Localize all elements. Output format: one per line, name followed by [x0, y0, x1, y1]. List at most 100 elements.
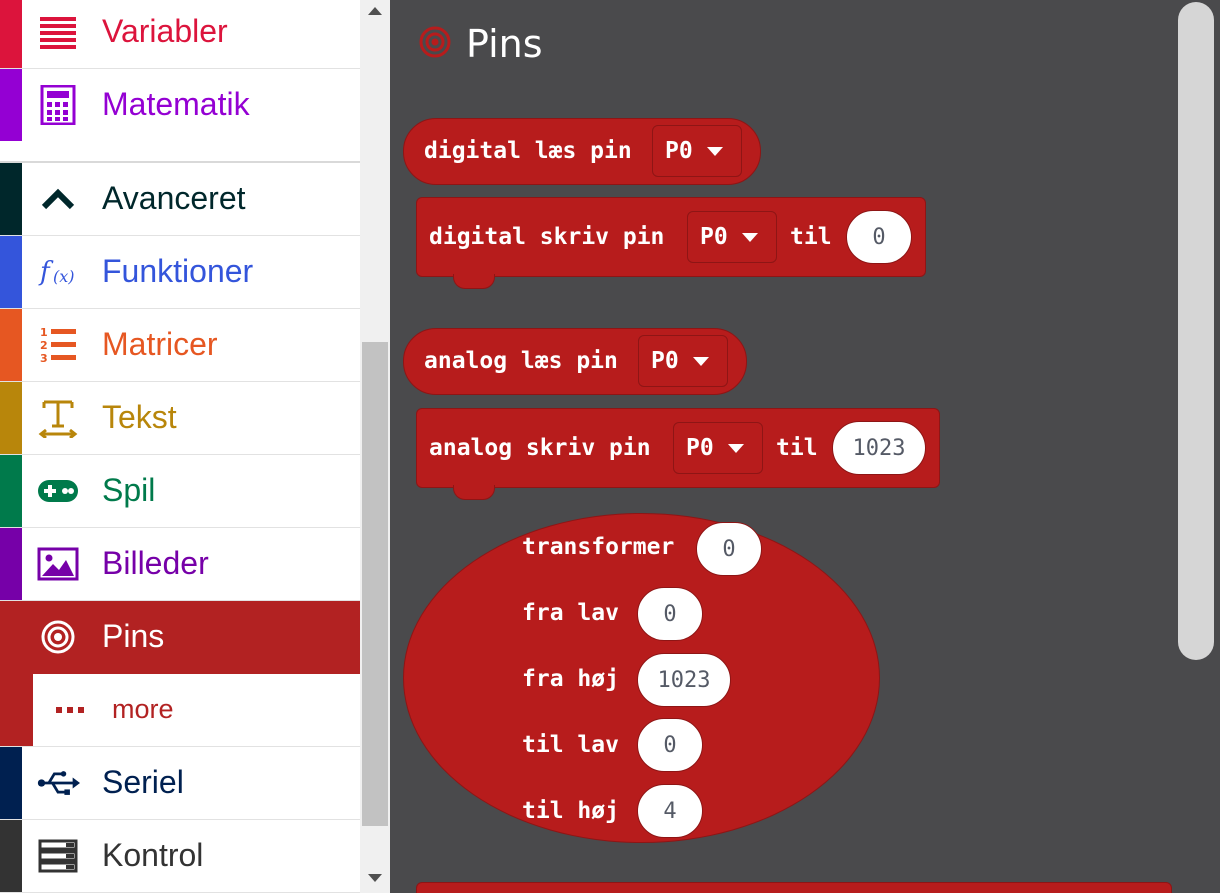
- category-color-stripe: [0, 674, 33, 746]
- pin-value: P0: [700, 224, 728, 250]
- category-spil[interactable]: Spil: [0, 455, 360, 528]
- map-value-input[interactable]: 1023: [637, 653, 731, 707]
- map-row-label: til høj: [522, 798, 619, 824]
- category-label: Variabler: [102, 12, 228, 49]
- block-digital-read-pin[interactable]: digital læs pin P0: [403, 118, 761, 185]
- category-color-stripe: [0, 163, 22, 235]
- chevron-up-icon: [36, 179, 80, 219]
- control-icon: [36, 836, 80, 876]
- category-kontrol[interactable]: Kontrol: [0, 820, 360, 893]
- sidebar-scrollbar-thumb[interactable]: [362, 342, 388, 826]
- category-separator: [0, 141, 360, 163]
- category-color-stripe: [0, 236, 22, 308]
- sidebar-scrollbar[interactable]: [360, 0, 390, 893]
- category-matematik[interactable]: Matematik: [0, 69, 360, 142]
- svg-text:2: 2: [40, 339, 48, 352]
- blocks-flyout: Pins digital læs pin P0 digital skriv pi…: [390, 0, 1220, 893]
- category-color-stripe: [0, 528, 22, 600]
- map-value-input[interactable]: 4: [637, 784, 703, 838]
- scroll-up-arrow-icon[interactable]: [368, 7, 382, 15]
- category-label: Seriel: [102, 763, 184, 800]
- block-label-to: til: [776, 435, 818, 461]
- block-map[interactable]: transformer 0 fra lav 0 fra høj 1023 til…: [403, 513, 880, 843]
- caret-down-icon: [706, 146, 723, 156]
- function-icon: f (x): [36, 252, 80, 292]
- pin-dropdown[interactable]: P0: [638, 335, 728, 387]
- block-label: digital læs pin: [424, 138, 632, 164]
- map-value-input[interactable]: 0: [637, 587, 703, 641]
- pin-dropdown[interactable]: P0: [687, 211, 777, 263]
- category-label: Matematik: [102, 85, 250, 122]
- category-color-stripe: [0, 455, 22, 527]
- map-value-input[interactable]: 0: [637, 718, 703, 772]
- svg-text:1: 1: [40, 326, 48, 339]
- category-label: Matricer: [102, 325, 218, 362]
- image-icon: [36, 544, 80, 584]
- pin-dropdown[interactable]: P0: [652, 125, 742, 177]
- block-notch: [453, 485, 495, 500]
- block-label: analog læs pin: [424, 348, 618, 374]
- block-notch: [453, 274, 495, 289]
- category-billeder[interactable]: Billeder: [0, 528, 360, 601]
- category-label: Spil: [102, 471, 156, 508]
- workspace-scrollbar-thumb[interactable]: [1178, 2, 1214, 660]
- map-row-label: til lav: [522, 732, 619, 758]
- caret-down-icon: [727, 443, 744, 453]
- category-color-stripe: [0, 0, 22, 68]
- caret-down-icon: [692, 356, 709, 366]
- category-label: Tekst: [102, 398, 177, 435]
- svg-text:(x): (x): [53, 267, 75, 286]
- svg-text:f: f: [38, 257, 54, 287]
- category-label: Pins: [102, 617, 165, 654]
- block-label-to: til: [790, 224, 832, 250]
- gamepad-icon: [36, 471, 80, 511]
- category-color-stripe: [0, 601, 22, 673]
- category-color-stripe: [0, 69, 22, 141]
- map-value-input[interactable]: 0: [696, 522, 762, 576]
- category-tekst[interactable]: Tekst: [0, 382, 360, 455]
- category-seriel[interactable]: Seriel: [0, 747, 360, 820]
- caret-down-icon: [741, 232, 758, 242]
- pin-dropdown[interactable]: P0: [673, 422, 763, 474]
- category-matricer[interactable]: 123 Matricer: [0, 309, 360, 382]
- category-label: more: [112, 693, 174, 724]
- pins-target-icon: [36, 617, 80, 657]
- map-row-label: fra lav: [522, 600, 619, 626]
- svg-text:3: 3: [40, 352, 48, 364]
- category-color-stripe: [0, 747, 22, 819]
- value-input[interactable]: 0: [846, 210, 912, 264]
- block-label: analog skriv pin: [429, 435, 651, 461]
- block-label: digital skriv pin: [429, 224, 665, 250]
- category-pins-selected[interactable]: Pins: [0, 601, 360, 674]
- block-digital-write-pin[interactable]: digital skriv pin P0 til 0: [416, 197, 926, 289]
- category-color-stripe: [0, 382, 22, 454]
- pin-value: P0: [665, 138, 693, 164]
- pin-value: P0: [686, 435, 714, 461]
- usb-icon: [36, 763, 80, 803]
- category-funktioner[interactable]: f (x) Funktioner: [0, 236, 360, 309]
- calculator-icon: [36, 85, 80, 125]
- toolbox-sidebar: Variabler Matematik Avanceret f (x) Funkt…: [0, 0, 360, 893]
- flyout-heading: Pins: [418, 22, 543, 66]
- variables-icon: [36, 12, 80, 52]
- pins-target-icon: [418, 25, 452, 64]
- numbered-list-icon: 123: [36, 325, 80, 365]
- flyout-title: Pins: [466, 22, 543, 66]
- category-color-stripe: [0, 309, 22, 381]
- pin-value: P0: [651, 348, 679, 374]
- category-color-stripe: [0, 820, 22, 892]
- block-partial-bottom[interactable]: [416, 882, 1172, 893]
- category-variabler[interactable]: Variabler: [0, 0, 360, 69]
- block-analog-read-pin[interactable]: analog læs pin P0: [403, 328, 747, 395]
- category-pins-more[interactable]: more: [0, 674, 360, 747]
- category-label: Kontrol: [102, 836, 204, 873]
- text-icon: [36, 398, 80, 438]
- category-label: Billeder: [102, 544, 209, 581]
- scroll-down-arrow-icon[interactable]: [368, 874, 382, 882]
- map-row-label: transformer: [522, 534, 675, 560]
- category-label: Funktioner: [102, 252, 254, 289]
- category-avanceret[interactable]: Avanceret: [0, 163, 360, 236]
- block-analog-write-pin[interactable]: analog skriv pin P0 til 1023: [416, 408, 940, 500]
- value-input[interactable]: 1023: [832, 421, 926, 475]
- category-label: Avanceret: [102, 179, 246, 216]
